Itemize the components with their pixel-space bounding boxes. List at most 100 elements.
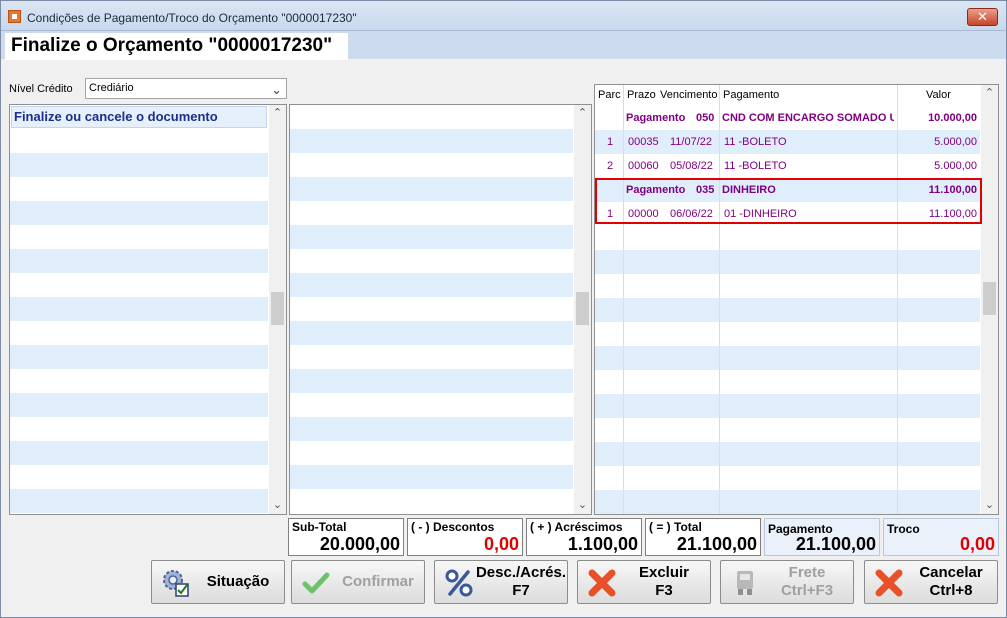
middle-scrollbar[interactable]: ⌃ ⌄ [574, 105, 591, 514]
close-window-button[interactable]: ✕ [967, 8, 998, 26]
subtotal-value: 20.000,00 [319, 534, 400, 554]
col-header-parc[interactable]: Parc [598, 89, 621, 101]
list-row[interactable] [10, 321, 268, 345]
list-row[interactable] [595, 370, 980, 394]
frete-button[interactable]: Frete Ctrl+F3 [720, 560, 854, 604]
cell-prazo: Pagamento [626, 112, 686, 124]
frete-shortcut: Ctrl+F3 [780, 582, 834, 599]
scroll-thumb[interactable] [983, 282, 996, 315]
list-row[interactable] [10, 273, 268, 297]
excluir-button[interactable]: Excluir F3 [577, 560, 711, 604]
list-row[interactable] [595, 466, 980, 490]
list-row[interactable] [290, 417, 573, 441]
list-row[interactable] [10, 489, 268, 513]
col-header-pagamento[interactable]: Pagamento [723, 89, 779, 101]
list-row[interactable] [290, 393, 573, 417]
list-row[interactable] [10, 249, 268, 273]
list-row[interactable] [290, 489, 573, 513]
list-row[interactable] [290, 225, 573, 249]
desc-acres-button[interactable]: Desc./Acrés. F7 [434, 560, 568, 604]
header-band: Finalize o Orçamento "0000017230" [1, 31, 1006, 60]
list-row[interactable] [595, 322, 980, 346]
list-row[interactable] [595, 250, 980, 274]
nivel-credito-value: Crediário [89, 82, 134, 94]
gear-checkbox-icon [163, 570, 189, 597]
col-divider [897, 85, 898, 514]
situacao-label: Situação [206, 573, 270, 590]
cell-valor: 5.000,00 [934, 136, 977, 148]
list-row[interactable] [290, 177, 573, 201]
desc-acres-shortcut: F7 [512, 582, 530, 599]
list-row[interactable] [290, 321, 573, 345]
list-row[interactable] [10, 369, 268, 393]
list-row[interactable] [290, 249, 573, 273]
scroll-up-arrow-icon[interactable]: ⌃ [981, 85, 998, 102]
list-row[interactable] [595, 346, 980, 370]
list-row[interactable] [10, 393, 268, 417]
list-row[interactable] [290, 297, 573, 321]
cancelar-button[interactable]: Cancelar Ctrl+8 [864, 560, 998, 604]
left-scrollbar[interactable]: ⌃ ⌄ [269, 105, 286, 514]
list-row[interactable] [595, 226, 980, 250]
acrescimos-label: ( + ) Acréscimos [530, 520, 623, 534]
cell-venc: 050 [696, 112, 715, 124]
list-row[interactable] [10, 153, 268, 177]
acrescimos-value: 1.100,00 [567, 534, 638, 554]
truck-icon [737, 571, 753, 595]
list-row[interactable] [10, 297, 268, 321]
list-row[interactable] [10, 345, 268, 369]
list-row[interactable] [10, 129, 268, 153]
list-row[interactable] [595, 298, 980, 322]
messages-list[interactable]: Finalize ou cancele o documento ⌃ ⌄ [9, 104, 287, 515]
scroll-up-arrow-icon[interactable]: ⌃ [269, 105, 286, 122]
scroll-down-arrow-icon[interactable]: ⌄ [574, 497, 591, 514]
scroll-thumb[interactable] [271, 292, 284, 325]
list-row[interactable] [595, 418, 980, 442]
list-row[interactable] [10, 465, 268, 489]
list-row[interactable] [290, 465, 573, 489]
cancel-x-icon [875, 569, 903, 597]
list-row[interactable] [10, 201, 268, 225]
situacao-button[interactable]: Situação [151, 560, 285, 604]
list-row[interactable] [595, 274, 980, 298]
list-row[interactable] [595, 442, 980, 466]
col-header-prazo[interactable]: Prazo [627, 89, 656, 101]
troco-value: 0,00 [959, 534, 995, 554]
middle-list[interactable]: ⌃ ⌄ [289, 104, 592, 515]
list-row[interactable] [290, 153, 573, 177]
list-row[interactable] [290, 201, 573, 225]
cancelar-shortcut: Ctrl+8 [929, 582, 973, 599]
grid-scrollbar[interactable]: ⌃ ⌄ [981, 85, 998, 514]
total-label: ( = ) Total [649, 520, 702, 534]
list-row[interactable] [290, 441, 573, 465]
payments-grid[interactable]: Parc Prazo Vencimento Pagamento Valor ⌃ … [594, 84, 999, 515]
list-row[interactable] [10, 225, 268, 249]
scroll-up-arrow-icon[interactable]: ⌃ [574, 105, 591, 122]
list-row[interactable] [595, 394, 980, 418]
list-row[interactable] [290, 345, 573, 369]
col-header-vencimento[interactable]: Vencimento [660, 89, 717, 101]
excluir-label: Excluir [638, 564, 690, 581]
list-row[interactable] [290, 129, 573, 153]
cell-pagamento: 11 -BOLETO [724, 136, 787, 148]
list-row[interactable] [10, 441, 268, 465]
list-row[interactable] [595, 490, 980, 514]
list-row[interactable] [10, 417, 268, 441]
list-row[interactable] [10, 177, 268, 201]
nivel-credito-select[interactable]: Crediário ⌄ [85, 78, 287, 99]
scroll-down-arrow-icon[interactable]: ⌄ [981, 497, 998, 514]
col-header-valor[interactable]: Valor [926, 89, 951, 101]
subtotal-label: Sub-Total [292, 520, 347, 534]
cell-valor: 10.000,00 [928, 112, 977, 124]
list-row[interactable] [290, 273, 573, 297]
list-row[interactable] [290, 369, 573, 393]
scroll-down-arrow-icon[interactable]: ⌄ [269, 497, 286, 514]
list-row[interactable] [290, 105, 573, 129]
subtotal-box: Sub-Total 20.000,00 [288, 518, 404, 556]
descontos-value: 0,00 [483, 534, 519, 554]
confirmar-button[interactable]: Confirmar [291, 560, 425, 604]
cancelar-label: Cancelar [919, 564, 983, 581]
scroll-thumb[interactable] [576, 292, 589, 325]
cell-valor: 5.000,00 [934, 160, 977, 172]
cell-prazo: 00060 [628, 160, 659, 172]
